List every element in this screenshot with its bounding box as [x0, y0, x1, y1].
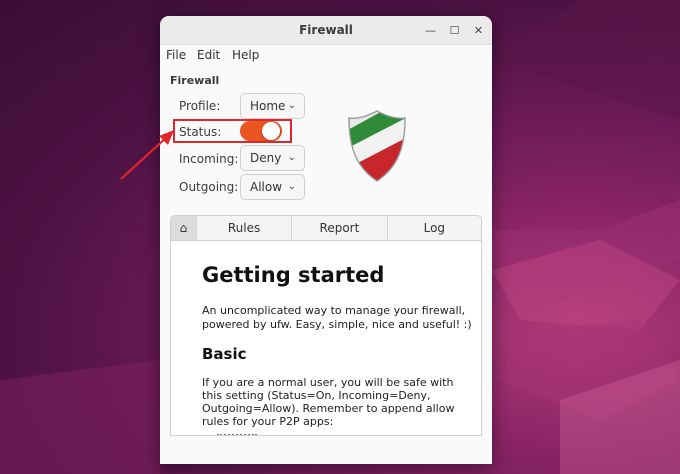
cutoff-text: [217, 434, 257, 435]
chevron-down-icon: ⌄: [287, 100, 296, 111]
tab-log[interactable]: Log: [388, 216, 481, 240]
incoming-dropdown[interactable]: Deny ⌄: [240, 145, 305, 171]
outgoing-dropdown[interactable]: Allow ⌄: [240, 174, 305, 200]
profile-dropdown[interactable]: Home ⌄: [240, 93, 305, 119]
menu-edit[interactable]: Edit: [197, 48, 220, 62]
intro-text: An uncomplicated way to manage your fire…: [202, 304, 472, 331]
tab-report[interactable]: Report: [292, 216, 388, 240]
menu-help[interactable]: Help: [232, 48, 259, 62]
page-heading: Getting started: [202, 263, 385, 287]
incoming-label: Incoming:: [179, 152, 239, 166]
profile-label: Profile:: [179, 99, 221, 113]
firewall-window: Firewall — ☐ ✕ File Edit Help Firewall P…: [160, 16, 492, 464]
firewall-shield-icon: [348, 110, 406, 182]
help-panel[interactable]: Getting started An uncomplicated way to …: [170, 241, 482, 436]
outgoing-label: Outgoing:: [179, 180, 239, 194]
home-icon: ⌂: [179, 221, 188, 235]
tab-rules[interactable]: Rules: [197, 216, 293, 240]
incoming-value: Deny: [250, 151, 282, 165]
tab-home[interactable]: ⌂: [171, 216, 197, 240]
title-bar: Firewall — ☐ ✕: [160, 16, 492, 45]
minimize-icon[interactable]: —: [422, 22, 439, 39]
maximize-icon[interactable]: ☐: [446, 22, 463, 39]
annotation-arrow-icon: [120, 130, 174, 180]
window-title: Firewall: [299, 23, 353, 37]
close-icon[interactable]: ✕: [470, 22, 487, 39]
menu-bar: File Edit Help: [160, 45, 492, 67]
outgoing-value: Allow: [250, 180, 283, 194]
tab-bar: ⌂ Rules Report Log: [170, 215, 482, 241]
profile-value: Home: [250, 99, 286, 113]
basic-heading: Basic: [202, 345, 247, 363]
chevron-down-icon: ⌄: [287, 181, 296, 192]
chevron-down-icon: ⌄: [287, 152, 296, 163]
status-highlight-box: [173, 119, 292, 143]
menu-file[interactable]: File: [166, 48, 186, 62]
section-title: Firewall: [170, 74, 220, 87]
basic-text: If you are a normal user, you will be sa…: [202, 376, 455, 428]
